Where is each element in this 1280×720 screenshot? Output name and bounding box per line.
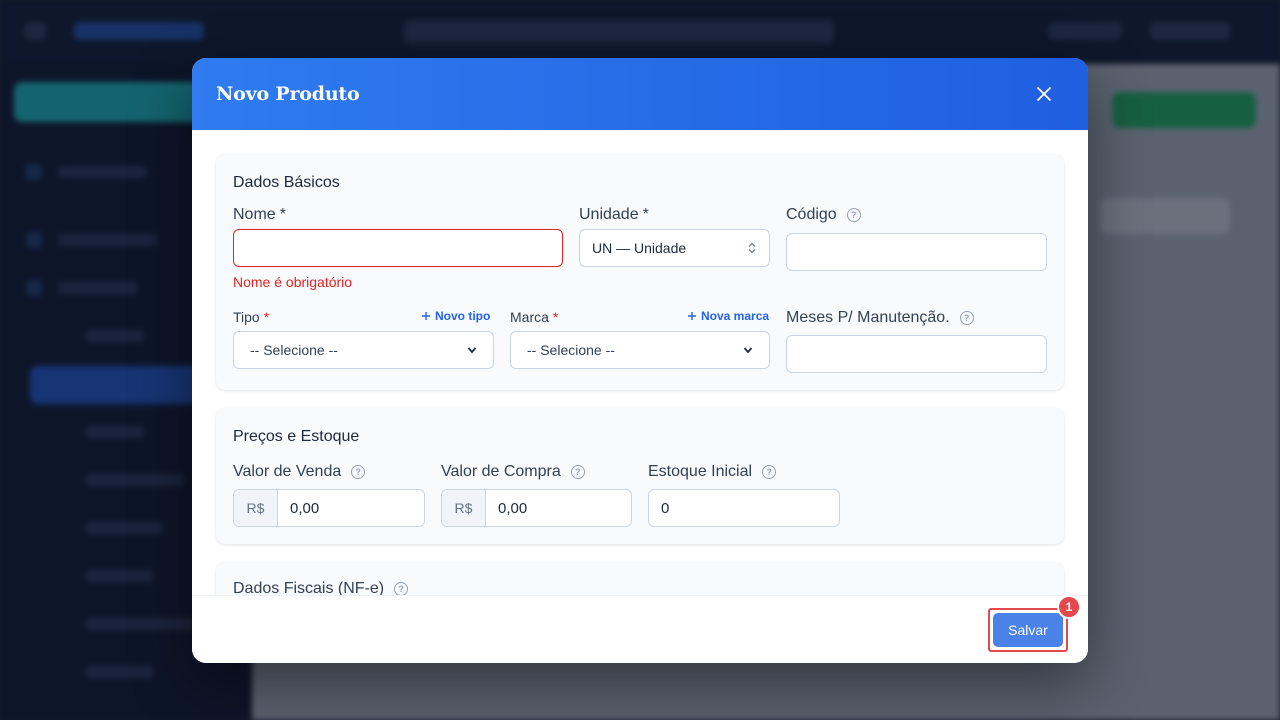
add-tipo-link[interactable]: Novo tipo bbox=[421, 309, 490, 323]
nome-input[interactable] bbox=[233, 229, 563, 267]
meses-label: Meses P/ Manutenção. ? bbox=[786, 309, 974, 327]
modal-body[interactable]: Dados Básicos Nome * Nome é obrigatório … bbox=[192, 130, 1088, 595]
valor-compra-label: Valor de Compra ? bbox=[441, 463, 585, 481]
section-fiscal-data: Dados Fiscais (NF-e) ? bbox=[216, 562, 1064, 595]
section-prices-stock: Preços e Estoque Valor de Venda ? R$ 0,0… bbox=[216, 408, 1064, 544]
modal-footer: Salvar bbox=[192, 595, 1088, 663]
help-icon[interactable]: ? bbox=[394, 582, 409, 595]
modal-header: Novo Produto bbox=[192, 58, 1088, 130]
save-button-highlight: Salvar bbox=[988, 608, 1068, 652]
nome-label: Nome * bbox=[233, 206, 286, 223]
section-title-basic: Dados Básicos bbox=[233, 174, 340, 191]
unidade-label: Unidade * bbox=[579, 206, 649, 223]
help-icon[interactable]: ? bbox=[959, 311, 974, 325]
tipo-label: Tipo * bbox=[233, 309, 270, 325]
plus-icon bbox=[422, 312, 430, 320]
marca-select[interactable]: -- Selecione -- bbox=[510, 331, 770, 369]
tipo-select[interactable]: -- Selecione -- bbox=[233, 331, 494, 369]
valor-venda-input[interactable]: R$ 0,00 bbox=[233, 489, 425, 527]
updown-chevron-icon bbox=[748, 242, 756, 254]
section-basic-data: Dados Básicos Nome * Nome é obrigatório … bbox=[216, 154, 1064, 390]
help-icon[interactable]: ? bbox=[846, 208, 861, 222]
codigo-label: Código ? bbox=[786, 206, 861, 224]
currency-prefix: R$ bbox=[234, 490, 278, 526]
help-icon[interactable]: ? bbox=[570, 465, 585, 479]
chevron-down-icon bbox=[743, 347, 753, 354]
chevron-down-icon bbox=[467, 347, 477, 354]
save-button[interactable]: Salvar bbox=[993, 613, 1063, 647]
estoque-inicial-label: Estoque Inicial ? bbox=[648, 463, 777, 481]
help-icon[interactable]: ? bbox=[351, 465, 366, 479]
help-icon[interactable]: ? bbox=[762, 465, 777, 479]
section-title-fiscal: Dados Fiscais (NF-e) ? bbox=[233, 580, 409, 595]
meses-input[interactable] bbox=[786, 335, 1047, 373]
valor-venda-label: Valor de Venda ? bbox=[233, 463, 366, 481]
modal-title: Novo Produto bbox=[216, 83, 360, 105]
section-title-prices: Preços e Estoque bbox=[233, 428, 360, 445]
currency-prefix: R$ bbox=[442, 490, 486, 526]
codigo-input[interactable] bbox=[786, 233, 1047, 271]
new-product-modal: Novo Produto Dados Básicos Nome * Nome é… bbox=[192, 58, 1088, 663]
nome-error-message: Nome é obrigatório bbox=[233, 274, 353, 290]
close-icon[interactable] bbox=[1032, 82, 1056, 106]
plus-icon bbox=[688, 312, 696, 320]
add-marca-link[interactable]: Nova marca bbox=[687, 309, 769, 323]
valor-compra-input[interactable]: R$ 0,00 bbox=[441, 489, 632, 527]
unidade-select[interactable]: UN — Unidade bbox=[579, 229, 770, 267]
estoque-inicial-input[interactable]: 0 bbox=[648, 489, 840, 527]
step-badge: 1 bbox=[1057, 595, 1081, 619]
marca-label: Marca * bbox=[510, 309, 559, 325]
